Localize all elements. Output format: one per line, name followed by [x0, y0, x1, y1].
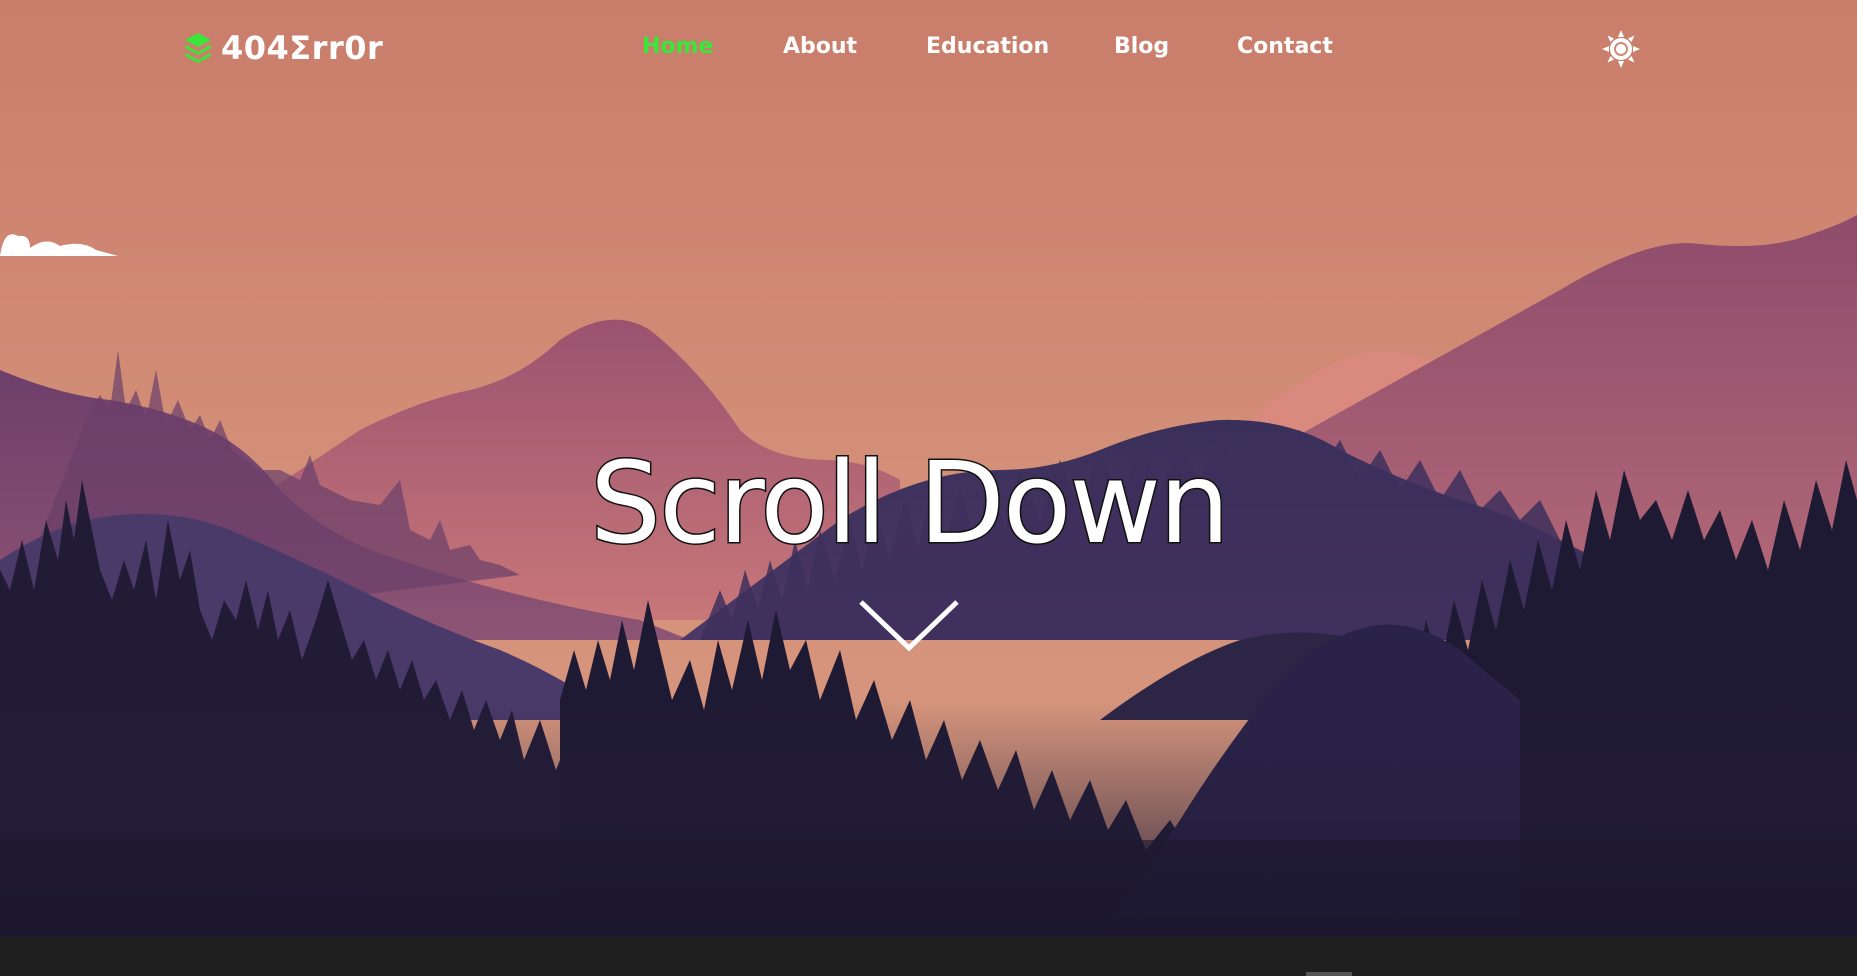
brand-name: 404Σrr0r: [221, 29, 384, 67]
nav-education[interactable]: Education: [926, 34, 1049, 59]
sun-icon: [1602, 30, 1640, 68]
footer-strip: [0, 937, 1857, 976]
theme-toggle-button[interactable]: [1601, 29, 1641, 69]
hero-title: Scroll Down: [589, 439, 1232, 569]
nav-contact[interactable]: Contact: [1237, 34, 1333, 59]
nav-about[interactable]: About: [783, 34, 857, 59]
footer-divider: [1306, 972, 1352, 976]
chevron-down-icon[interactable]: [857, 598, 961, 654]
brand-logo[interactable]: 404Σrr0r: [183, 26, 383, 70]
nav-blog[interactable]: Blog: [1114, 34, 1169, 59]
nav-home[interactable]: Home: [642, 34, 713, 59]
layers-icon: [185, 33, 211, 63]
navbar: 404Σrr0r Home About Education Blog Conta…: [0, 0, 1857, 96]
hero-section: 404Σrr0r Home About Education Blog Conta…: [0, 0, 1857, 937]
